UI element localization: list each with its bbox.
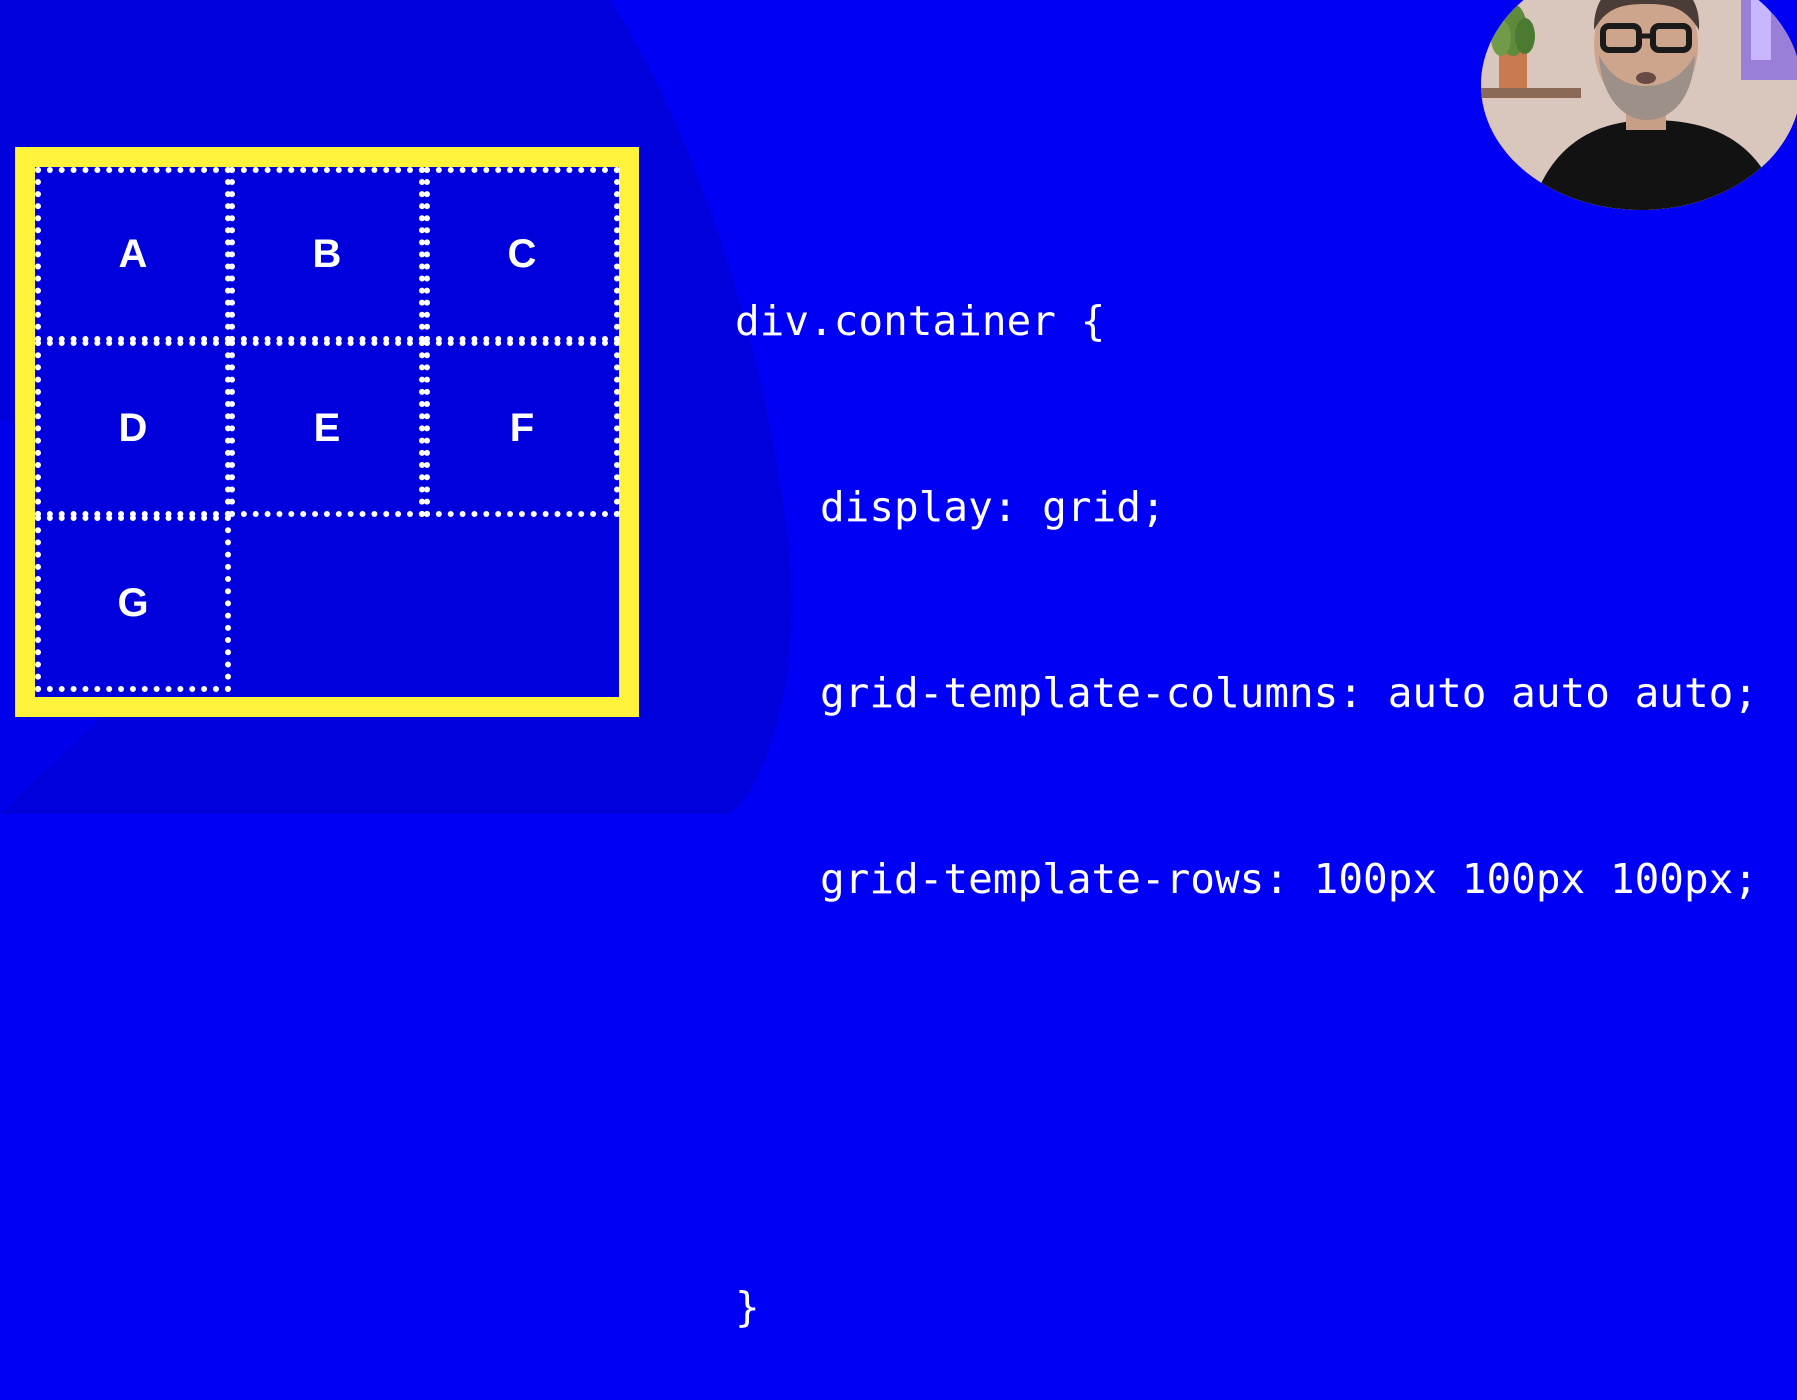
- css-code-block: div.container { display: grid; grid-temp…: [735, 166, 1758, 1400]
- grid-container-demo: A B C D E F G: [15, 147, 639, 717]
- code-line-display: display: grid;: [820, 483, 1166, 531]
- grid-item-b: B: [229, 167, 425, 342]
- grid-item-d: D: [35, 340, 231, 517]
- grid-item-g: G: [35, 515, 231, 692]
- code-line-close: }: [735, 1283, 760, 1331]
- code-line-rows: grid-template-rows: 100px 100px 100px;: [820, 855, 1758, 903]
- code-line-selector: div.container {: [735, 297, 1106, 345]
- grid-item-f: F: [424, 340, 620, 517]
- grid-item-e: E: [229, 340, 425, 517]
- grid-item-c: C: [424, 167, 620, 342]
- code-spacer: [735, 1034, 1758, 1152]
- grid-item-a: A: [35, 167, 231, 342]
- code-line-columns: grid-template-columns: auto auto auto;: [820, 669, 1758, 717]
